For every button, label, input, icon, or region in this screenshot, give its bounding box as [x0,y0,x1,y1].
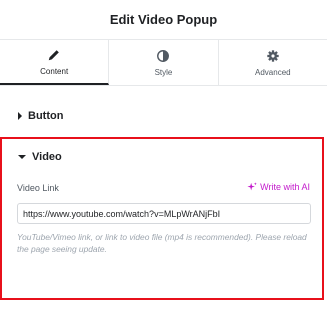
write-with-ai-button[interactable]: Write with AI [247,182,310,192]
panel-header: Edit Video Popup [0,0,327,40]
video-link-help-text: YouTube/Vimeo link, or link to video fil… [17,232,307,254]
write-with-ai-label: Write with AI [260,182,310,192]
video-section: Video Video Link Write with AI YouTube/V… [0,137,324,300]
video-link-input[interactable] [17,203,311,224]
panel-title: Edit Video Popup [109,12,218,27]
section-button-title: Button [28,110,64,122]
gear-icon [267,49,279,62]
tab-style[interactable]: Style [109,40,219,85]
tab-style-label: Style [154,67,173,77]
tab-content[interactable]: Content [0,40,110,85]
half-circle-icon [157,49,170,62]
tab-advanced[interactable]: Advanced [219,40,327,85]
pencil-icon [48,49,59,60]
caret-right-icon [18,112,22,120]
caret-down-icon [18,155,26,159]
tab-content-label: Content [40,66,69,76]
section-button-header[interactable]: Button [0,100,327,132]
section-video-title: Video [32,151,62,163]
video-link-label: Video Link [17,183,59,193]
sparkle-icon [247,182,257,191]
section-video-header[interactable]: Video [18,151,62,163]
tab-bar: Content Style Advanced [0,40,327,86]
tab-advanced-label: Advanced [255,67,291,77]
